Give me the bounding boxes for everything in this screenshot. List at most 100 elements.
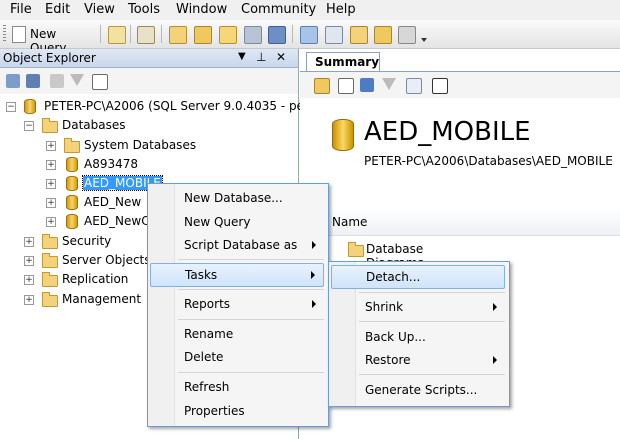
open-project-icon[interactable]: [194, 26, 212, 44]
details-view-icon[interactable]: [432, 78, 448, 94]
open-folder-icon[interactable]: [169, 26, 187, 44]
summary-database-title: AED_MOBILE: [364, 117, 531, 147]
menu-item-script-database-as[interactable]: Script Database as: [150, 234, 326, 256]
refresh-icon[interactable]: [338, 78, 354, 94]
menu-file[interactable]: File: [10, 2, 32, 17]
expand-icon[interactable]: +: [24, 237, 34, 247]
filter-icon[interactable]: [382, 78, 396, 90]
toolbar-grip[interactable]: [3, 25, 6, 43]
menu-separator: [178, 259, 324, 260]
tab-summary-label: Summary: [315, 55, 380, 69]
object-explorer-icon[interactable]: [325, 26, 343, 44]
properties-window-icon[interactable]: [398, 26, 416, 44]
expand-icon[interactable]: +: [24, 275, 34, 285]
database-label: AED_New: [84, 195, 142, 209]
menu-bar: File Edit View Tools Window Community He…: [0, 0, 620, 20]
replication-label: Replication: [62, 272, 129, 286]
toolbar: New Query: [0, 20, 620, 55]
copy-icon[interactable]: [137, 26, 155, 44]
context-menu: New Database... New Query Script Databas…: [147, 183, 329, 427]
tree-node-server[interactable]: − PETER-PC\A2006 (SQL Server 9.0.4035 - …: [0, 98, 325, 116]
menu-item-shrink[interactable]: Shrink: [331, 296, 507, 318]
panel-dropdown-icon[interactable]: ▼: [238, 51, 246, 62]
tree-node-databases[interactable]: − Databases: [0, 117, 298, 135]
expand-icon[interactable]: +: [46, 217, 56, 227]
submenu-arrow-icon: [312, 241, 316, 249]
menu-item-label: New Query: [184, 215, 251, 229]
menu-item-properties[interactable]: Properties: [150, 400, 326, 422]
server-icon: [24, 99, 36, 114]
server-objects-label: Server Objects: [62, 253, 151, 267]
menu-item-label: New Database...: [184, 191, 283, 205]
toolbar-separator: [130, 25, 131, 43]
filter-icon[interactable]: [70, 74, 84, 86]
database-label: A893478: [84, 157, 139, 171]
menu-separator: [178, 319, 324, 320]
object-explorer-toolbar: [0, 68, 298, 94]
column-header-name[interactable]: Name: [300, 209, 620, 236]
expand-icon[interactable]: +: [46, 198, 56, 208]
sync-icon[interactable]: [360, 78, 374, 92]
stop-icon[interactable]: [50, 74, 64, 88]
expand-icon[interactable]: +: [46, 179, 56, 189]
new-query-button[interactable]: New Query: [10, 24, 95, 55]
tab-summary[interactable]: Summary: [306, 52, 380, 71]
menu-item-new-database[interactable]: New Database...: [150, 187, 326, 209]
template-explorer-icon[interactable]: [350, 26, 368, 44]
system-databases-label: System Databases: [84, 138, 197, 152]
close-icon[interactable]: ✕: [276, 50, 286, 64]
toolbar-separator: [292, 25, 293, 43]
menu-item-tasks[interactable]: Tasks: [150, 263, 324, 287]
menu-separator: [178, 372, 324, 373]
save-all-folder-icon[interactable]: [219, 26, 237, 44]
menu-edit[interactable]: Edit: [45, 2, 70, 17]
registered-servers-icon[interactable]: [300, 26, 318, 44]
summary-toolbar: [300, 71, 620, 98]
menu-item-label: Detach...: [366, 270, 421, 284]
refresh-icon[interactable]: [92, 74, 108, 90]
toolbar-overflow-icon[interactable]: [421, 30, 427, 44]
server-label: PETER-PC\A2006 (SQL Server 9.0.4035 - pe…: [44, 99, 325, 113]
submenu-arrow-icon: [311, 271, 315, 279]
expand-icon[interactable]: +: [24, 256, 34, 266]
menu-item-reports[interactable]: Reports: [150, 293, 326, 315]
menu-help[interactable]: Help: [326, 2, 356, 17]
save-icon[interactable]: [244, 26, 262, 44]
collapse-icon[interactable]: −: [6, 102, 16, 112]
save-all-icon[interactable]: [268, 26, 286, 44]
menu-tools[interactable]: Tools: [128, 2, 160, 17]
new-query-icon: [12, 26, 26, 43]
menu-item-label: Restore: [365, 353, 411, 367]
folder-icon: [42, 253, 58, 268]
expand-icon[interactable]: +: [46, 141, 56, 151]
menu-item-back-up[interactable]: Back Up...: [331, 326, 507, 348]
database-icon: [66, 176, 78, 191]
tree-node-db-a893478[interactable]: + A893478: [0, 156, 298, 174]
menu-item-delete[interactable]: Delete: [150, 346, 326, 368]
disconnect-icon[interactable]: [26, 74, 40, 88]
menu-item-refresh[interactable]: Refresh: [150, 376, 326, 398]
solution-explorer-icon[interactable]: [374, 26, 392, 44]
databases-label: Databases: [62, 118, 126, 132]
menu-community[interactable]: Community: [241, 2, 316, 17]
new-file-icon[interactable]: [108, 26, 126, 44]
menu-separator: [359, 292, 505, 293]
menu-item-label: Reports: [184, 297, 231, 311]
pin-icon[interactable]: ⊥: [256, 50, 266, 64]
toolbar-separator: [100, 25, 101, 43]
collapse-icon[interactable]: −: [24, 121, 34, 131]
menu-item-restore[interactable]: Restore: [331, 349, 507, 371]
expand-icon[interactable]: +: [46, 160, 56, 170]
list-view-icon[interactable]: [406, 78, 422, 94]
tree-node-system-databases[interactable]: + System Databases: [0, 137, 298, 155]
menu-item-label: Delete: [184, 350, 224, 364]
menu-view[interactable]: View: [84, 2, 115, 17]
expand-icon[interactable]: +: [24, 295, 34, 305]
up-folder-icon[interactable]: [314, 78, 330, 94]
menu-item-generate-scripts[interactable]: Generate Scripts...: [331, 379, 507, 401]
menu-item-rename[interactable]: Rename: [150, 323, 326, 345]
connect-icon[interactable]: [6, 74, 20, 88]
menu-item-detach[interactable]: Detach...: [331, 265, 505, 289]
menu-window[interactable]: Window: [176, 2, 227, 17]
menu-item-new-query[interactable]: New Query: [150, 211, 326, 233]
